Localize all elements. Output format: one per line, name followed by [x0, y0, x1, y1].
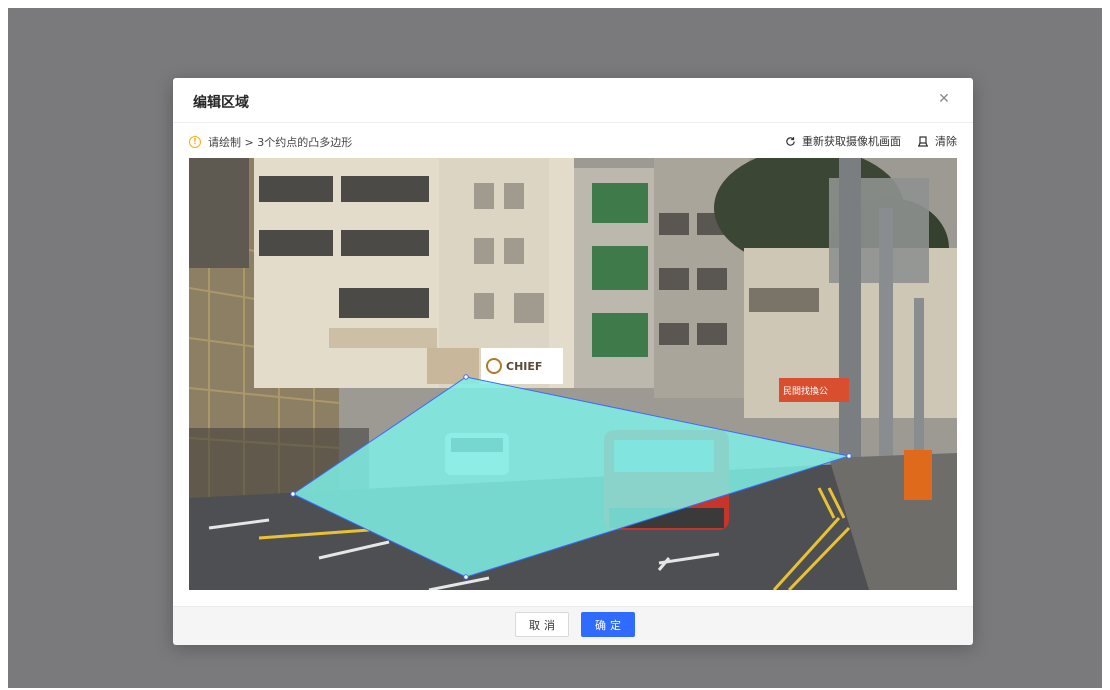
clear-label: 清除 [935, 135, 957, 148]
cancel-button[interactable]: 取消 [515, 612, 569, 637]
refresh-camera-button[interactable]: 重新获取摄像机画面 [785, 133, 901, 149]
camera-street-image: CHIEF 民間找換公 [189, 158, 957, 590]
edit-region-dialog: 编辑区域 ✕ ! 请绘制 > 3个约点的凸多边形 重新获取摄像机画面 清除 CH… [173, 78, 973, 645]
close-icon[interactable]: ✕ [935, 90, 953, 108]
refresh-icon [786, 136, 795, 146]
dialog-header: 编辑区域 ✕ [173, 78, 973, 123]
warning-icon: ! [189, 136, 201, 148]
toolbar-actions: 重新获取摄像机画面 清除 [769, 133, 957, 149]
camera-frame-canvas[interactable]: CHIEF 民間找換公 [189, 158, 957, 590]
dialog-footer: 取消 确定 [173, 606, 973, 645]
clear-button[interactable]: 清除 [917, 133, 957, 149]
canvas-toolbar: ! 请绘制 > 3个约点的凸多边形 重新获取摄像机画面 清除 [189, 130, 957, 152]
dialog-title: 编辑区域 [193, 95, 249, 111]
shop-sign-text: 民間找換公 [783, 385, 828, 397]
building-sign-text: CHIEF [506, 360, 542, 373]
draw-hint: ! 请绘制 > 3个约点的凸多边形 [189, 134, 352, 150]
draw-hint-text: 请绘制 > 3个约点的凸多边形 [208, 136, 353, 149]
eraser-icon [918, 135, 928, 147]
refresh-camera-label: 重新获取摄像机画面 [802, 135, 901, 148]
ok-button[interactable]: 确定 [581, 612, 635, 637]
